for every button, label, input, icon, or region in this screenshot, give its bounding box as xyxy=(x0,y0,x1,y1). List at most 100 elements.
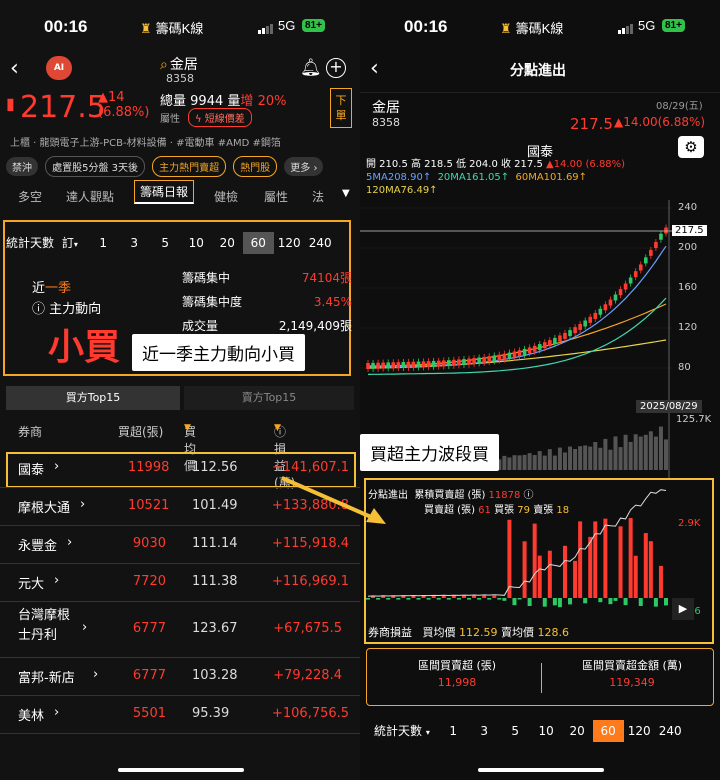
tab-dropdown-icon[interactable]: ▼ xyxy=(342,188,350,199)
candle-body xyxy=(512,351,517,358)
broker-name: 富邦-新店 xyxy=(18,671,75,686)
col-broker[interactable]: 券商 xyxy=(18,423,42,440)
candle-body xyxy=(441,360,446,367)
tab-health[interactable]: 健檢 xyxy=(214,188,238,205)
order-button[interactable]: 下單 xyxy=(330,88,352,128)
day-option[interactable]: 3 xyxy=(469,720,500,742)
col-buy[interactable]: 買超(張) xyxy=(118,423,163,440)
volume-bar xyxy=(502,455,507,470)
tab-legal[interactable]: 法 xyxy=(312,188,324,205)
table-row[interactable]: 元大 › 7720 111.38 +116,969.1 xyxy=(0,564,360,602)
day-option[interactable]: 120 xyxy=(624,720,655,742)
day-option[interactable]: 5 xyxy=(500,720,531,742)
volume-bar xyxy=(507,457,512,470)
day-option[interactable]: 20 xyxy=(562,720,593,742)
pl-label: 券商損益 xyxy=(368,626,412,639)
table-row[interactable]: 國泰 › 11998 112.56 +141,607.1 xyxy=(0,450,360,488)
tab-bar: 多空 達人觀點 籌碼日報 健檢 屬性 法 ▼ xyxy=(0,180,360,210)
volume-bar xyxy=(603,438,608,470)
day-option[interactable]: 120 xyxy=(274,232,305,254)
table-row[interactable]: 富邦-新店 › 6777 103.28 +79,228.4 xyxy=(0,658,360,696)
candle-body xyxy=(537,344,542,351)
change-percent: (6.88%) xyxy=(98,105,150,120)
bell-icon[interactable]: 🔔︎ xyxy=(300,58,322,78)
day-option[interactable]: 10 xyxy=(531,720,562,742)
price-change: ▲14 (6.88%) xyxy=(98,90,149,120)
tab-sell-top15[interactable]: 賣方Top15 xyxy=(184,386,354,410)
day-option[interactable]: 1 xyxy=(88,232,119,254)
table-row[interactable]: 美林 › 5501 95.39 +106,756.5 xyxy=(0,696,360,734)
candle-body xyxy=(583,320,587,327)
chip-more[interactable]: 更多 › xyxy=(284,157,324,176)
candle-body xyxy=(452,359,456,366)
tab-attribute[interactable]: 屬性 xyxy=(264,188,288,205)
add-watchlist-icon[interactable]: + xyxy=(326,58,346,78)
broker-name: 元大 xyxy=(18,577,45,592)
change-value: ▲14 xyxy=(98,90,125,105)
profit-loss: +67,675.5 xyxy=(273,621,342,636)
metric-value: 3.45% xyxy=(313,295,352,309)
buy-shares: 7720 xyxy=(132,574,166,589)
flow-cum-value: 11878 xyxy=(488,490,521,501)
status-app-name: 籌碼K線 xyxy=(155,21,204,36)
info-icon[interactable]: ⓘ xyxy=(524,490,534,501)
y-tick: 240 xyxy=(678,202,698,213)
volume-bar xyxy=(633,434,638,470)
candle-body xyxy=(381,362,385,369)
stat-days-custom[interactable]: 訂 xyxy=(62,234,74,251)
broker-name: 台灣摩根士丹利 xyxy=(18,608,71,643)
day-option[interactable]: 10 xyxy=(181,232,212,254)
tab-bullbear[interactable]: 多空 xyxy=(18,188,42,205)
candle-body xyxy=(487,356,492,363)
chip-metrics: 籌碼集中 74104張 籌碼集中度 3.45% 成交量 2,149,409張 xyxy=(182,266,352,338)
table-row[interactable]: 摩根大通 › 10521 101.49 +133,880.8 xyxy=(0,488,360,526)
candle-body xyxy=(477,357,481,364)
volume-info: 總量 9944 量增 20% xyxy=(160,90,286,109)
day-option[interactable]: 240 xyxy=(305,232,336,254)
vol-change-label: 量 xyxy=(227,94,241,109)
chip-hot-sell[interactable]: 主力熱門賣超 xyxy=(152,156,227,177)
chevron-right-icon: › xyxy=(93,667,99,682)
summary-amount: 區間買賣超金額 (萬) 119,349 xyxy=(557,657,707,691)
volume-max: 125.7K xyxy=(676,414,712,425)
day-option[interactable]: 20 xyxy=(212,232,243,254)
broker-name: 摩根大通 xyxy=(18,501,71,516)
flow-max: 2.9K xyxy=(678,518,701,529)
profit-loss: +106,756.5 xyxy=(272,706,350,721)
y-tick: 120 xyxy=(678,322,698,333)
attribute-pill[interactable]: ϟ 短線價差 xyxy=(188,108,252,127)
profit-loss: +115,918.4 xyxy=(272,536,350,551)
chip-no-daytrade[interactable]: 禁沖 xyxy=(6,157,38,176)
volume-bar xyxy=(598,447,603,470)
caret-icon[interactable]: ▾ xyxy=(426,728,430,737)
day-option-selected[interactable]: 60 xyxy=(592,720,624,742)
candle-body xyxy=(457,359,461,366)
day-option[interactable]: 5 xyxy=(150,232,181,254)
status-bar: 00:16 ♜ 籌碼K線 5G 81+ xyxy=(0,0,360,52)
tab-chip-daily[interactable]: 籌碼日報 xyxy=(134,180,195,204)
table-row[interactable]: 台灣摩根士丹利 › 6777 123.67 +67,675.5 xyxy=(0,602,360,658)
candle-body xyxy=(492,355,497,362)
day-option[interactable]: 240 xyxy=(655,720,686,742)
candle-body xyxy=(588,316,593,323)
day-option[interactable]: 1 xyxy=(438,720,469,742)
annotation-callout-left: 近一季主力動向小買 xyxy=(132,334,305,371)
day-option[interactable]: 3 xyxy=(119,232,150,254)
chip-disposal[interactable]: 處置股5分盤 3天後 xyxy=(45,156,145,177)
signal-icon xyxy=(258,19,274,35)
chevron-right-icon: › xyxy=(67,535,73,550)
chip-hot-stock[interactable]: 熱門股 xyxy=(233,156,278,177)
ai-robot-icon[interactable]: AI xyxy=(46,56,72,80)
buy-shares: 9030 xyxy=(132,536,166,551)
play-icon[interactable]: ▶ xyxy=(672,598,694,620)
day-option-selected[interactable]: 60 xyxy=(242,232,274,254)
info-icon[interactable]: ⓘ xyxy=(32,302,45,317)
industry-tags[interactable]: 上櫃 · 龍頭電子上游-PCB-材料設備 · #電動車 #AMD #鋼箔 xyxy=(0,132,360,156)
back-icon[interactable]: ‹ xyxy=(10,56,19,81)
stock-title[interactable]: ⌕ 金居 xyxy=(160,54,198,74)
table-row[interactable]: 永豐金 › 9030 111.14 +115,918.4 xyxy=(0,526,360,564)
candle-body xyxy=(436,360,441,367)
tab-buy-top15[interactable]: 買方Top15 xyxy=(6,386,180,410)
flow-net-value: 61 xyxy=(478,505,491,516)
tab-expert[interactable]: 達人觀點 xyxy=(66,188,114,205)
